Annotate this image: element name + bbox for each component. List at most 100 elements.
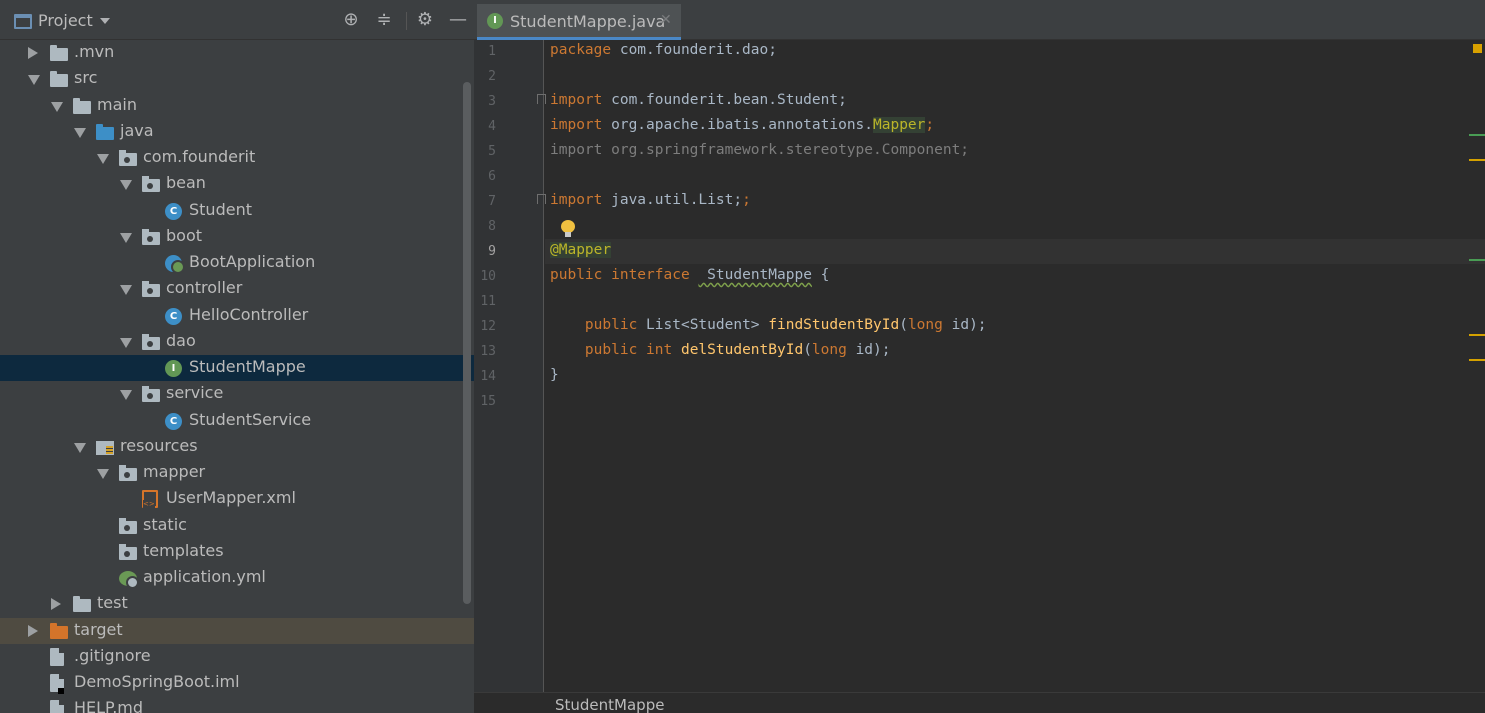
locate-file-icon[interactable]: ⊕ (341, 10, 361, 30)
chevron-right-icon[interactable] (28, 624, 38, 637)
tree-item[interactable]: C StudentService (0, 408, 474, 434)
code-line-13[interactable]: public int delStudentById(long id); (550, 342, 891, 358)
gear-icon[interactable]: ⚙ (415, 10, 435, 30)
lightbulb-icon[interactable] (561, 220, 575, 238)
tree-item-label: service (166, 383, 224, 403)
tree-item-label: application.yml (143, 567, 266, 586)
tree-scrollbar[interactable] (463, 82, 471, 604)
code-line-4[interactable]: import org.apache.ibatis.annotations.Map… (550, 117, 934, 133)
tree-item[interactable]: BootApplication (0, 250, 474, 276)
warning-status-icon[interactable] (1473, 44, 1482, 53)
line-number[interactable]: 12 (474, 319, 496, 334)
tree-item-label: .gitignore (74, 645, 151, 665)
stripe-mark[interactable] (1469, 159, 1485, 161)
chevron-down-icon[interactable] (74, 442, 86, 453)
tree-item[interactable]: UserMapper.xml (0, 486, 474, 512)
typo-warning: StudentMappe (698, 267, 812, 283)
tree-item[interactable]: C Student (0, 198, 474, 224)
code-line-5-unused-import[interactable]: import org.springframework.stereotype.Co… (550, 142, 969, 158)
yml-file-icon (119, 571, 139, 589)
chevron-right-icon[interactable] (28, 47, 38, 59)
tree-item[interactable]: com.founderit (0, 145, 474, 171)
code-line-7[interactable]: import java.util.List;; (550, 192, 751, 208)
chevron-down-icon[interactable] (120, 337, 132, 348)
line-number[interactable]: 4 (474, 119, 496, 134)
line-number[interactable]: 15 (474, 394, 496, 409)
chevron-down-icon[interactable] (28, 75, 40, 86)
tree-item[interactable]: resources (0, 434, 474, 460)
line-number[interactable]: 11 (474, 294, 496, 309)
collapse-all-icon[interactable]: ≑ (374, 10, 394, 30)
line-number[interactable]: 9 (474, 244, 496, 259)
tree-item[interactable]: .gitignore (0, 644, 474, 670)
tab-studentmappe-java[interactable]: I StudentMappe.java ✕ (477, 4, 681, 40)
tree-item-label: UserMapper.xml (166, 488, 296, 508)
tree-item-label: StudentMappe (189, 357, 306, 376)
tree-item[interactable]: DemoSpringBoot.iml (0, 670, 474, 696)
code-line-14[interactable]: } (550, 367, 559, 383)
tree-item[interactable]: java (0, 119, 474, 145)
line-number[interactable]: 1 (474, 44, 496, 59)
chevron-down-icon[interactable] (74, 127, 86, 138)
error-stripe[interactable] (1469, 40, 1485, 692)
stripe-mark[interactable] (1469, 259, 1485, 261)
tree-item[interactable]: HELP.md (0, 696, 474, 713)
iml-file-icon (50, 674, 64, 694)
tree-item[interactable]: boot (0, 224, 474, 250)
tree-item[interactable]: dao (0, 329, 474, 355)
tree-item[interactable]: .mvn (0, 40, 474, 66)
tree-item-label: dao (166, 330, 196, 350)
code-line-12[interactable]: public List<Student> findStudentById(lon… (550, 317, 987, 333)
tree-item[interactable]: templates (0, 539, 474, 565)
hide-panel-icon[interactable]: — (448, 10, 468, 30)
chevron-down-icon[interactable] (120, 285, 132, 296)
tree-item-label: HelloController (189, 304, 309, 324)
line-number[interactable]: 13 (474, 344, 496, 359)
tree-item[interactable]: main (0, 93, 474, 119)
line-number[interactable]: 5 (474, 144, 496, 159)
line-number-gutter[interactable]: 1 2 3 4 5 6 7 8 9 10 11 12 13 14 15 (474, 40, 546, 692)
chevron-right-icon[interactable] (51, 598, 61, 611)
line-number[interactable]: 8 (474, 219, 496, 234)
code-line-10[interactable]: public interface StudentMappe { (550, 267, 829, 283)
line-number[interactable]: 10 (474, 269, 496, 284)
code-line-3[interactable]: import com.founderit.bean.Student; (550, 92, 847, 108)
project-view-selector[interactable]: Project (38, 11, 93, 30)
tree-item[interactable]: bean (0, 171, 474, 197)
tree-item[interactable]: service (0, 381, 474, 407)
line-number[interactable]: 6 (474, 169, 496, 184)
chevron-down-icon[interactable] (97, 154, 109, 164)
tree-item[interactable]: static (0, 513, 474, 539)
stripe-mark[interactable] (1469, 134, 1485, 136)
chevron-down-icon[interactable] (51, 101, 63, 112)
code-line-9[interactable]: @Mapper (550, 242, 612, 258)
tree-item[interactable]: src (0, 66, 474, 92)
line-number[interactable]: 7 (474, 194, 496, 209)
tree-item[interactable]: I StudentMappe (0, 355, 474, 381)
chevron-down-icon[interactable] (97, 469, 109, 479)
line-number[interactable]: 2 (474, 69, 496, 84)
tree-item[interactable]: test (0, 591, 474, 617)
chevron-down-icon[interactable] (100, 18, 110, 24)
line-number[interactable]: 14 (474, 369, 496, 384)
stripe-mark[interactable] (1469, 334, 1485, 336)
tree-item[interactable]: mapper (0, 460, 474, 486)
tree-item[interactable]: application.yml (0, 565, 474, 591)
chevron-down-icon[interactable] (120, 232, 132, 243)
tree-item[interactable]: controller (0, 276, 474, 302)
tree-item[interactable]: target (0, 617, 474, 644)
close-icon[interactable]: ✕ (660, 12, 672, 28)
code-line-1[interactable]: package com.founderit.dao; (550, 42, 777, 58)
tree-item-label: src (74, 68, 98, 88)
line-number[interactable]: 3 (474, 94, 496, 109)
usage-highlight: Mapper (873, 117, 926, 133)
tree-item-label: BootApplication (189, 252, 316, 271)
chevron-down-icon[interactable] (120, 180, 132, 191)
tree-item[interactable]: C HelloController (0, 303, 474, 329)
breadcrumb-item[interactable]: StudentMappe (555, 696, 664, 713)
tree-item-label: .mvn (74, 42, 115, 61)
stripe-mark[interactable] (1469, 359, 1485, 361)
tree-item-label: bean (166, 173, 206, 193)
chevron-down-icon[interactable] (120, 390, 132, 401)
code-area[interactable]: package com.founderit.dao; import com.fo… (545, 40, 1485, 692)
